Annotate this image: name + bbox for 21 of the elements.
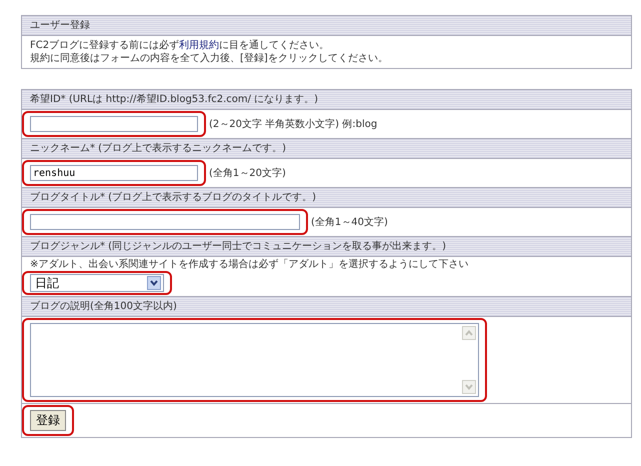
intro-text: 規約に同意後はフォームの内容を全て入力後、[登録]をクリックしてください。	[30, 52, 389, 65]
field-label: ブログタイトル* (ブログ上で表示するブログのタイトルです。)	[22, 188, 631, 208]
caret-icon	[147, 276, 161, 290]
register-button[interactable]: 登録	[30, 410, 66, 431]
terms-link[interactable]: 利用規約	[179, 40, 220, 51]
scroll-down-icon[interactable]	[462, 380, 476, 394]
field-label: 希望ID* (URLは http://希望ID.blog53.fc2.com/ になります。)	[22, 90, 631, 110]
text-field[interactable]	[30, 116, 198, 132]
field-hint: (全角1～20文字)	[209, 166, 286, 180]
field-label: ブログジャンル* (同じジャンルのユーザー同士でコミュニケーションを取る事が出来ます。)	[22, 237, 631, 257]
field-label: ブログの説明(全角100文字以内)	[22, 297, 631, 317]
field-hint: (全角1～40文字)	[311, 216, 388, 229]
genre-select[interactable]: 日記	[30, 274, 164, 292]
field-note: ※アダルト、出会い系関連サイトを作成する場合は必ず「アダルト」を選択するようにして下さい	[29, 258, 470, 271]
text-field[interactable]: renshuu	[30, 165, 198, 181]
scroll-up-icon[interactable]	[462, 326, 476, 340]
intro-text: FC2ブログに登録する前には必ず利用規約に目を通してください。	[30, 39, 330, 52]
section-header: ユーザー登録	[22, 16, 631, 36]
text-field[interactable]	[30, 214, 300, 230]
field-hint: (2～20文字 半角英数小文字) 例:blog	[209, 118, 378, 131]
field-label: ニックネーム* (ブログ上で表示するニックネームです。)	[22, 139, 631, 159]
